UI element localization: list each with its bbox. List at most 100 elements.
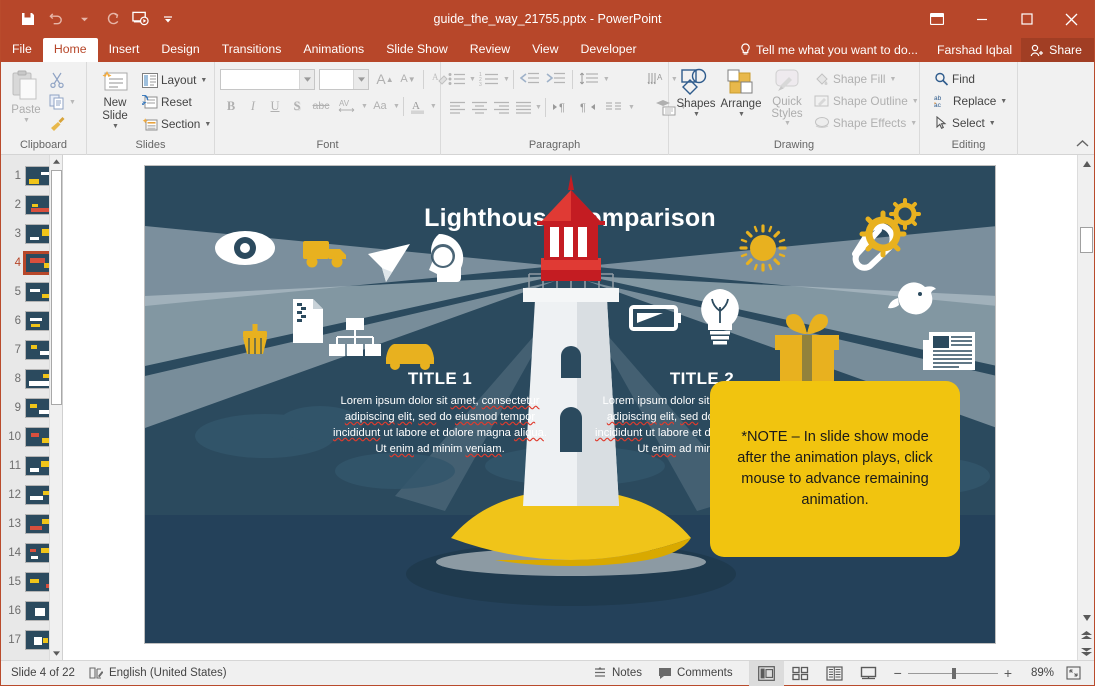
slide-editing-surface[interactable]: Lighthouse Comparison — [144, 165, 996, 644]
font-name-dropdown-icon[interactable] — [299, 70, 314, 89]
tell-me-search[interactable]: Tell me what you want to do... — [730, 43, 928, 57]
zoom-in-button[interactable]: + — [1004, 665, 1012, 681]
character-spacing-button[interactable]: AV — [334, 95, 360, 117]
ribbon-display-options-icon[interactable] — [914, 0, 959, 38]
shapes-button[interactable]: Shapes ▼ — [674, 66, 718, 120]
decrease-font-size-button[interactable]: A▼ — [397, 68, 419, 90]
shape-fill-button[interactable]: Shape Fill ▼ — [810, 68, 923, 90]
line-spacing-button[interactable] — [576, 68, 602, 90]
slide-show-button[interactable] — [852, 661, 886, 686]
thumbnail-scroll-up-icon[interactable] — [50, 155, 63, 168]
text-shadow-button[interactable]: S — [286, 95, 308, 117]
tab-animations[interactable]: Animations — [292, 38, 375, 62]
comments-button[interactable]: Comments — [650, 661, 741, 686]
tab-home[interactable]: Home — [43, 38, 98, 62]
reading-view-button[interactable] — [818, 661, 852, 686]
font-size-value[interactable] — [320, 70, 353, 89]
replace-button[interactable]: abac Replace ▼ — [930, 90, 1011, 112]
font-color-button[interactable]: A — [407, 95, 429, 117]
align-center-button[interactable] — [468, 96, 490, 118]
chevron-down-icon[interactable]: ▼ — [69, 99, 76, 106]
notes-button[interactable]: Notes — [585, 661, 650, 686]
paste-button[interactable]: Paste ▼ — [6, 66, 46, 126]
find-button[interactable]: Find — [930, 68, 979, 90]
numbering-button[interactable]: 123 — [476, 68, 502, 90]
increase-font-size-button[interactable]: A▲ — [374, 68, 396, 90]
layout-button[interactable]: Layout ▼ — [138, 69, 215, 91]
scrollbar-thumb[interactable] — [1080, 227, 1093, 253]
language-indicator[interactable]: English (United States) — [89, 666, 227, 680]
tab-file[interactable]: File — [1, 38, 43, 62]
undo-icon[interactable] — [43, 6, 69, 32]
save-icon[interactable] — [15, 6, 41, 32]
tab-view[interactable]: View — [521, 38, 569, 62]
animation-note-box[interactable]: *NOTE – In slide show mode after the ani… — [710, 381, 960, 557]
font-name-value[interactable] — [221, 70, 299, 89]
account-name[interactable]: Farshad Iqbal — [928, 43, 1021, 57]
font-name-input[interactable] — [220, 69, 315, 90]
collapse-ribbon-button[interactable] — [1076, 139, 1089, 151]
slide-column-1[interactable]: TITLE 1 Lorem ipsum dolor sit amet, cons… — [315, 369, 565, 457]
previous-slide-button[interactable] — [1078, 626, 1094, 643]
thumbnail-scroll-down-icon[interactable] — [50, 647, 63, 660]
close-icon[interactable] — [1049, 0, 1094, 38]
justify-button[interactable] — [512, 96, 534, 118]
normal-view-button[interactable] — [750, 661, 784, 686]
change-case-button[interactable]: Aa — [368, 95, 392, 117]
zoom-slider-track[interactable] — [908, 673, 998, 674]
select-button[interactable]: Select ▼ — [930, 112, 1000, 134]
arrange-button[interactable]: Arrange ▼ — [718, 66, 764, 120]
reset-button[interactable]: Reset — [138, 91, 215, 113]
chevron-down-icon[interactable] — [71, 6, 97, 32]
paste-label: Paste — [11, 104, 40, 117]
copy-button[interactable] — [46, 91, 68, 113]
shape-effects-button[interactable]: Shape Effects ▼ — [810, 112, 923, 134]
share-button[interactable]: Share — [1021, 38, 1094, 62]
align-right-button[interactable] — [490, 96, 512, 118]
shape-outline-button[interactable]: Shape Outline ▼ — [810, 90, 923, 112]
customize-qat-icon[interactable] — [155, 6, 181, 32]
increase-indent-button[interactable] — [543, 68, 569, 90]
scroll-down-icon[interactable] — [1078, 609, 1094, 626]
underline-button[interactable]: U — [264, 95, 286, 117]
bold-button[interactable]: B — [220, 95, 242, 117]
zoom-slider-handle[interactable] — [952, 668, 956, 679]
format-painter-button[interactable] — [46, 113, 68, 135]
section-button[interactable]: Section ▼ — [138, 113, 215, 135]
font-size-input[interactable] — [319, 69, 369, 90]
minimize-icon[interactable] — [959, 0, 1004, 38]
tab-insert[interactable]: Insert — [98, 38, 151, 62]
restore-icon[interactable] — [1004, 0, 1049, 38]
quick-styles-button[interactable]: Quick Styles ▼ — [764, 66, 810, 129]
tab-design[interactable]: Design — [150, 38, 210, 62]
tab-review[interactable]: Review — [459, 38, 521, 62]
new-slide-button[interactable]: New Slide ▼ — [92, 66, 138, 132]
bullets-button[interactable] — [446, 68, 468, 90]
align-left-button[interactable] — [446, 96, 468, 118]
cut-button[interactable] — [46, 69, 68, 91]
start-presentation-icon[interactable] — [127, 6, 153, 32]
left-to-right-button[interactable]: ¶ — [549, 96, 575, 118]
slide-sorter-view-button[interactable] — [784, 661, 818, 686]
right-to-left-button[interactable]: ¶ — [575, 96, 601, 118]
decrease-indent-button[interactable] — [517, 68, 543, 90]
tab-developer[interactable]: Developer — [570, 38, 648, 62]
tab-transitions[interactable]: Transitions — [211, 38, 293, 62]
thumbnail-scroll-thumb[interactable] — [51, 170, 62, 405]
columns-button[interactable] — [601, 96, 627, 118]
thumbnail-scrollbar[interactable] — [49, 155, 62, 660]
tab-slide-show[interactable]: Slide Show — [375, 38, 459, 62]
scroll-up-icon[interactable] — [1078, 155, 1094, 172]
italic-button[interactable]: I — [242, 95, 264, 117]
redo-icon[interactable] — [99, 6, 125, 32]
text-direction-button[interactable]: A — [644, 68, 670, 90]
slide-indicator[interactable]: Slide 4 of 22 — [11, 667, 75, 679]
group-label-clipboard: Clipboard — [1, 138, 86, 155]
zoom-out-button[interactable]: − — [894, 665, 902, 681]
strikethrough-button[interactable]: abc — [308, 95, 334, 117]
zoom-percentage[interactable]: 89% — [1018, 667, 1054, 679]
fit-to-window-button[interactable] — [1060, 666, 1086, 680]
canvas-vertical-scrollbar[interactable] — [1077, 155, 1094, 660]
font-size-dropdown-icon[interactable] — [353, 70, 368, 89]
next-slide-button[interactable] — [1078, 643, 1094, 660]
